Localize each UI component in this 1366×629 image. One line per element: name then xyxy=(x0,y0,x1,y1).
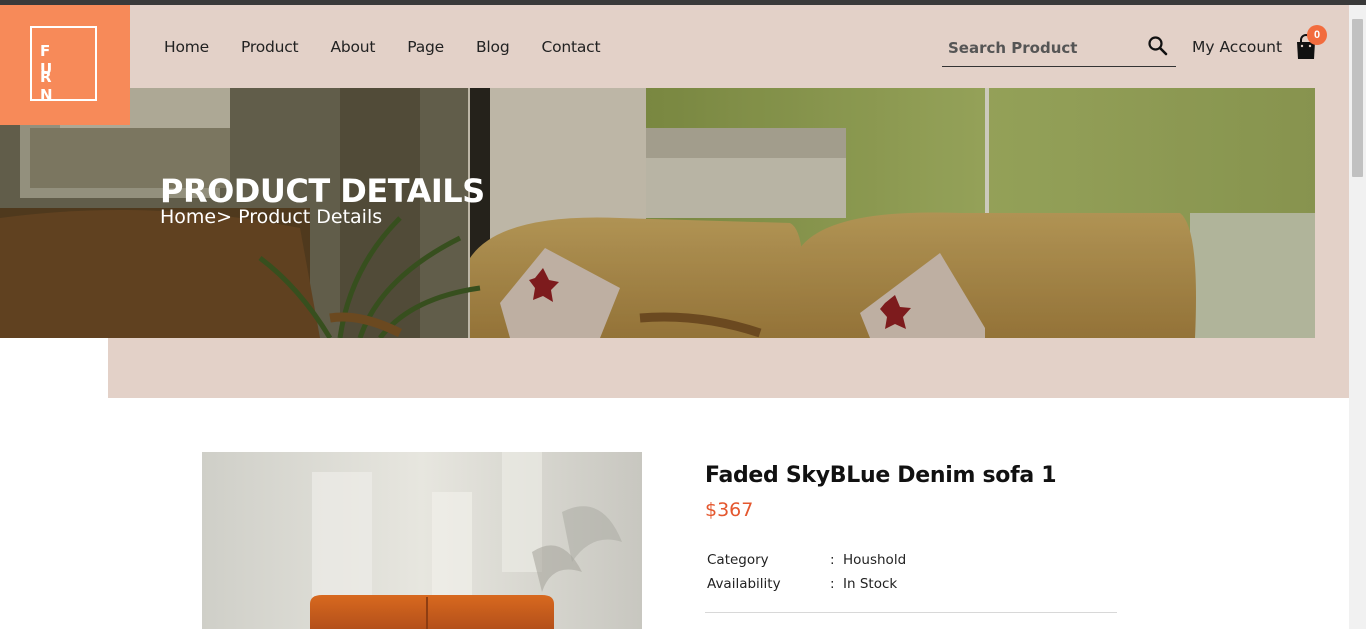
scrollbar-thumb[interactable] xyxy=(1352,19,1363,177)
search-icon[interactable] xyxy=(1146,34,1170,58)
nav-page[interactable]: Page xyxy=(407,38,444,56)
meta-value: Houshold xyxy=(843,552,907,568)
brand-logo[interactable]: F U R N xyxy=(0,5,130,125)
my-account-link[interactable]: My Account xyxy=(1192,38,1282,56)
nav-blog[interactable]: Blog xyxy=(476,38,510,56)
product-image[interactable] xyxy=(202,452,642,629)
page-title: PRODUCT DETAILS xyxy=(160,172,485,210)
meta-separator: : xyxy=(830,576,835,592)
meta-row-category: Category : Houshold xyxy=(707,548,906,572)
main-nav: Home Product About Page Blog Contact xyxy=(164,38,632,56)
search-bar xyxy=(942,31,1176,67)
meta-key: Availability xyxy=(707,576,781,592)
nav-product[interactable]: Product xyxy=(241,38,299,56)
nav-home[interactable]: Home xyxy=(164,38,209,56)
section-divider xyxy=(705,612,1117,613)
cart-count-badge: 0 xyxy=(1307,25,1327,45)
meta-value: In Stock xyxy=(843,576,898,592)
site-header: Home Product About Page Blog Contact My … xyxy=(130,5,1349,88)
meta-separator: : xyxy=(830,552,835,568)
meta-key: Category xyxy=(707,552,769,568)
search-input[interactable] xyxy=(948,39,1138,57)
nav-contact[interactable]: Contact xyxy=(541,38,600,56)
meta-row-availability: Availability : In Stock xyxy=(707,572,906,596)
hero-banner: PRODUCT DETAILS Home> Product Details xyxy=(0,88,1315,338)
page-scrollbar[interactable] xyxy=(1349,5,1366,629)
logo-text-line2: R N xyxy=(40,68,65,104)
product-meta: Category : Houshold Availability : In St… xyxy=(707,548,906,596)
logo-frame: F U R N xyxy=(30,26,97,104)
product-name: Faded SkyBLue Denim sofa 1 xyxy=(705,463,1057,488)
breadcrumb: Home> Product Details xyxy=(160,206,383,228)
nav-about[interactable]: About xyxy=(330,38,375,56)
product-price: $367 xyxy=(705,499,754,521)
product-image-graphic xyxy=(202,452,642,629)
